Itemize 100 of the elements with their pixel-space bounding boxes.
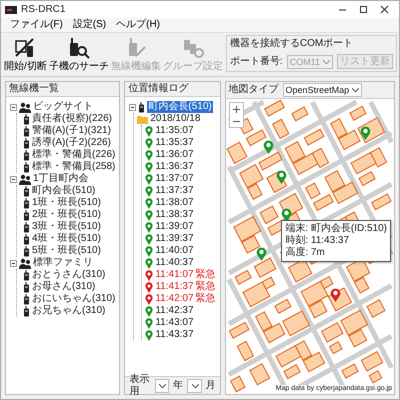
location-pin-icon[interactable] [262, 140, 274, 154]
log-time[interactable]: 11:35:07 [155, 125, 194, 137]
toolbar-button[interactable]: 開始/切断 [3, 35, 48, 73]
tree-item[interactable]: 警備(A)(子1)(321) [32, 125, 111, 137]
tree-item[interactable]: おにいちゃん(310) [32, 293, 116, 305]
menu-item[interactable]: ヘルプ(H) [111, 18, 166, 32]
alert-label: 緊急 [196, 269, 216, 280]
unit-label: 年 [173, 380, 184, 392]
building-shape [226, 142, 248, 164]
tree-item[interactable]: おとうさん(310) [32, 269, 106, 281]
tree-item[interactable]: 標準・警備員(258) [32, 161, 116, 173]
window-title: RS-DRC1 [21, 4, 66, 16]
map-type-dropdown[interactable]: OpenStreetMap [282, 83, 362, 97]
app-logo-icon [5, 6, 17, 14]
plus-icon [232, 106, 240, 112]
menu-item[interactable]: 設定(S) [68, 18, 112, 32]
building-shape [302, 352, 325, 372]
building-shape [245, 129, 266, 146]
tooltip-line: 高度: 7m [285, 246, 326, 259]
tree-item[interactable]: 1丁目町内会 [33, 173, 89, 185]
location-pin-icon[interactable] [256, 246, 267, 260]
log-time[interactable]: 11:37:37 [155, 185, 194, 197]
tree-item[interactable]: 1班・班長(510) [32, 197, 101, 209]
log-time[interactable]: 11:36:07 [155, 149, 194, 161]
building-shape [338, 130, 360, 150]
tooltip-line: 時刻: 11:43:37 [285, 234, 350, 246]
building-shape [284, 141, 306, 164]
building-shape [228, 322, 250, 339]
folder-icon [137, 114, 148, 124]
log-time[interactable]: 11:36:37 [155, 161, 194, 173]
caret-icon [323, 60, 330, 64]
tree-item[interactable]: 2018/10/18 [150, 113, 200, 125]
log-time[interactable]: 11:38:37 [155, 209, 194, 221]
tree-item[interactable]: お母さん(310) [32, 281, 96, 293]
caret-icon [159, 384, 166, 388]
building-shape [304, 182, 320, 200]
collapse-icon[interactable] [10, 176, 17, 182]
building-shape [290, 106, 308, 122]
tree-item[interactable]: 2班・班長(510) [32, 209, 101, 221]
building-shape [370, 193, 392, 210]
building-shape [248, 363, 270, 386]
date-dropdown[interactable] [187, 378, 202, 392]
building-shape [262, 322, 286, 344]
building-shape [324, 170, 345, 192]
building-shape [272, 118, 290, 140]
log-time[interactable]: 11:40:07 [155, 245, 194, 257]
pane-header: 無線機一覧 [6, 82, 120, 97]
log-time[interactable]: 11:39:37 [155, 233, 194, 245]
log-time[interactable]: 11:42:37 [155, 305, 194, 317]
log-time[interactable]: 11:41:07 [155, 269, 194, 281]
alert-label: 緊急 [196, 293, 216, 305]
building-shape [303, 128, 324, 146]
unit-label: 月 [206, 380, 216, 392]
tree-item[interactable]: 町内会長(510) [32, 185, 96, 197]
display-label: 表示用 [129, 374, 150, 398]
tree-item[interactable]: 誘導(A)(子2)(226) [32, 137, 111, 149]
toolbar-button[interactable]: 子機のサーチ [48, 35, 110, 73]
caret-icon [352, 88, 360, 92]
radio-icon [138, 102, 146, 112]
log-time[interactable]: 11:37:07 [155, 173, 194, 185]
tree-item[interactable]: 責任者(視察)(226) [32, 113, 112, 125]
building-shape [254, 311, 272, 332]
collapse-icon[interactable] [10, 260, 17, 266]
tree-item[interactable]: お兄ちゃん(310) [32, 305, 106, 317]
tree-item[interactable]: ビッグサイト [33, 101, 93, 113]
caret-icon [192, 384, 199, 388]
log-time[interactable]: 11:42:07 [155, 293, 194, 305]
group-icon [19, 102, 31, 112]
building-shape [340, 363, 358, 379]
building-shape [230, 376, 246, 392]
location-pin-icon[interactable] [360, 126, 372, 140]
building-shape [366, 299, 386, 318]
log-time[interactable]: 11:35:37 [155, 137, 194, 149]
tree-item[interactable]: 3班・班長(510) [32, 221, 101, 233]
log-time[interactable]: 11:41:37 [155, 281, 194, 293]
log-time[interactable]: 11:43:37 [155, 329, 194, 341]
tree-item[interactable]: 標準ファミリ [33, 257, 93, 269]
tree-item[interactable]: 町内会長(510) [147, 101, 213, 113]
log-time[interactable]: 11:39:07 [155, 221, 194, 233]
map-type-label: 地図タイプ [228, 84, 279, 96]
menu-item[interactable]: ファイル(F) [5, 18, 68, 32]
collapse-icon[interactable] [129, 104, 136, 110]
location-pin-icon[interactable] [330, 288, 341, 302]
date-dropdown[interactable] [154, 378, 170, 392]
group-icon [19, 258, 31, 268]
location-pin-icon[interactable] [276, 170, 288, 184]
pane-header: 位置情報ログ [125, 82, 220, 97]
port-label: ポート番号: [230, 56, 283, 68]
tree-item[interactable]: 5班・班長(510) [32, 245, 101, 257]
building-shape [312, 194, 334, 212]
collapse-icon[interactable] [10, 104, 17, 110]
close-icon [380, 5, 389, 14]
building-shape [330, 118, 348, 139]
building-shape [258, 152, 282, 171]
building-shape [236, 340, 254, 362]
tree-item[interactable]: 4班・班長(510) [32, 233, 101, 245]
log-time[interactable]: 11:38:07 [155, 197, 194, 209]
log-time[interactable]: 11:40:37 [155, 257, 194, 269]
log-time[interactable]: 11:43:07 [155, 317, 194, 329]
tree-item[interactable]: 標準・警備員(226) [32, 149, 116, 161]
